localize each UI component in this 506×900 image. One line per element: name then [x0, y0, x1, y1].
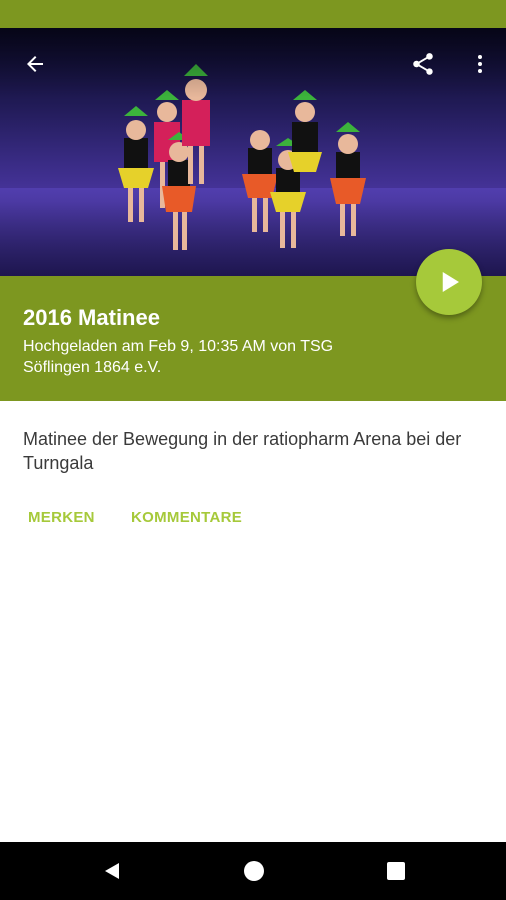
status-bar [0, 0, 506, 28]
nav-home-icon [244, 861, 264, 881]
upload-info: Hochgeladen am Feb 9, 10:35 AM von TSG S… [23, 338, 334, 376]
nav-back-button[interactable] [82, 842, 142, 900]
play-button[interactable] [416, 249, 482, 315]
video-title: 2016 Matinee [23, 305, 160, 330]
play-icon [442, 272, 459, 292]
more-vert-icon [478, 55, 482, 73]
arrow-back-icon [27, 56, 43, 72]
navigation-bar [0, 842, 506, 900]
nav-back-icon [105, 863, 119, 879]
back-button[interactable] [11, 40, 59, 88]
share-button[interactable] [399, 40, 447, 88]
more-options-button[interactable] [456, 40, 504, 88]
save-button[interactable]: MERKEN [28, 509, 95, 526]
nav-recent-icon [387, 862, 405, 880]
share-icon [413, 53, 433, 75]
nav-home-button[interactable] [224, 842, 284, 900]
video-description: Matinee der Bewegung in der ratiopharm A… [23, 429, 462, 473]
comments-button[interactable]: KOMMENTARE [131, 509, 242, 526]
nav-recent-button[interactable] [366, 842, 426, 900]
video-detail-screen: 2016 Matinee Hochgeladen am Feb 9, 10:35… [0, 0, 506, 900]
